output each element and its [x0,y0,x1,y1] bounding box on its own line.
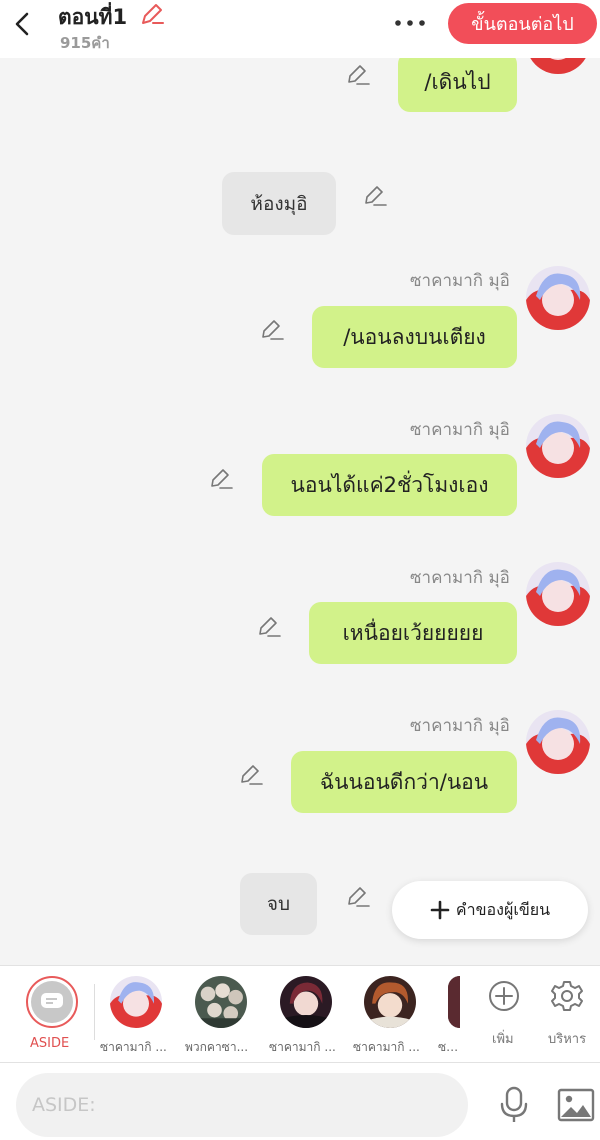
pencil-icon [142,4,164,24]
character-name: พวกคาซา... [185,1040,249,1054]
character-item[interactable] [448,976,460,1028]
avatar[interactable] [526,710,590,774]
character-avatar-icon [364,976,416,1028]
avatar[interactable] [526,58,590,74]
voice-input-button[interactable] [494,1085,534,1125]
edit-message-button[interactable] [345,884,371,910]
message-bubble[interactable]: /นอนลงบนเตียง [312,306,517,368]
avatar[interactable] [526,414,590,478]
aside-character-button[interactable] [26,976,78,1028]
avatar[interactable] [526,266,590,330]
character-avatar-icon [526,710,590,774]
manage-label: บริหาร [548,1032,587,1047]
word-count: 915คำ [60,34,110,52]
character-avatar-icon [110,976,162,1028]
next-step-button[interactable]: ขั้นตอนต่อไป [448,3,597,44]
character-avatar-icon [448,976,460,1028]
narration-bubble[interactable]: ห้องมุอิ [222,172,336,235]
edit-title-button[interactable] [139,1,165,27]
episode-title: ตอนที่1 [58,5,128,29]
chat-area: /เดินไป ห้องมุอิ ซาคามากิ มุอิ /นอนลงบนเ… [0,58,600,965]
pencil-icon [241,765,263,785]
message-bubble[interactable]: นอนได้แค่2ชั่วโมงเอง [262,454,517,516]
message-bubble[interactable]: ฉันนอนดีกว่า/นอน [291,751,517,813]
character-name: ซาคามากิ ... [353,1040,420,1054]
top-bar: ตอนที่1 915คำ ขั้นตอนต่อไป [0,0,600,58]
pencil-icon [365,186,387,206]
character-name: ซาคามากิ ... [269,1040,336,1054]
character-bar: ASIDE ซาคามากิ ... พวกคาซา... ซาคามากิ .… [0,965,600,1063]
character-avatar-icon [526,562,590,626]
image-icon [557,1088,595,1122]
add-character-button[interactable] [486,978,522,1014]
image-upload-button[interactable] [556,1087,596,1123]
add-circle-icon [489,981,519,1011]
pencil-icon [211,469,233,489]
microphone-icon [500,1086,528,1122]
sender-name: ซาคามากิ มุอิ [410,568,510,588]
back-button[interactable] [8,6,38,40]
pencil-icon [348,887,370,907]
aside-input[interactable] [16,1073,468,1137]
narration-bubble[interactable]: จบ [240,873,317,935]
chat-bubble-icon [41,993,63,1008]
add-label: เพิ่ม [492,1032,514,1047]
edit-message-button[interactable] [345,62,371,88]
author-note-label: คำของผู้เขียน [455,899,551,919]
character-avatar-icon [526,58,590,74]
input-bar [0,1063,600,1140]
chevron-left-icon [15,12,29,36]
character-avatar-icon [526,414,590,478]
character-item[interactable] [280,976,332,1028]
character-avatar-icon [280,976,332,1028]
more-options-button[interactable] [392,10,428,36]
message-bubble[interactable]: เหนื่อยเว้ยยยยย [309,602,517,664]
edit-message-button[interactable] [256,614,282,640]
author-note-button[interactable]: คำของผู้เขียน [392,881,588,939]
sender-name: ซาคามากิ มุอิ [410,271,510,291]
character-item[interactable] [364,976,416,1028]
pencil-icon [348,65,370,85]
character-item[interactable] [195,976,247,1028]
edit-message-button[interactable] [362,183,388,209]
character-name: ซาค [438,1040,460,1054]
avatar[interactable] [526,562,590,626]
edit-message-button[interactable] [208,466,234,492]
sender-name: ซาคามากิ มุอิ [410,716,510,736]
character-item[interactable] [110,976,162,1028]
character-name: ซาคามากิ ... [100,1040,167,1054]
pencil-icon [259,617,281,637]
edit-message-button[interactable] [238,762,264,788]
plus-icon [430,900,450,920]
manage-characters-button[interactable] [549,978,585,1014]
group-avatar-icon [195,976,247,1028]
divider [94,984,95,1040]
edit-message-button[interactable] [259,317,285,343]
sender-name: ซาคามากิ มุอิ [410,420,510,440]
pencil-icon [262,320,284,340]
gear-icon [551,981,583,1011]
character-avatar-icon [526,266,590,330]
aside-label: ASIDE [30,1036,70,1051]
more-dots-icon [395,20,425,26]
message-bubble[interactable]: /เดินไป [398,58,517,112]
